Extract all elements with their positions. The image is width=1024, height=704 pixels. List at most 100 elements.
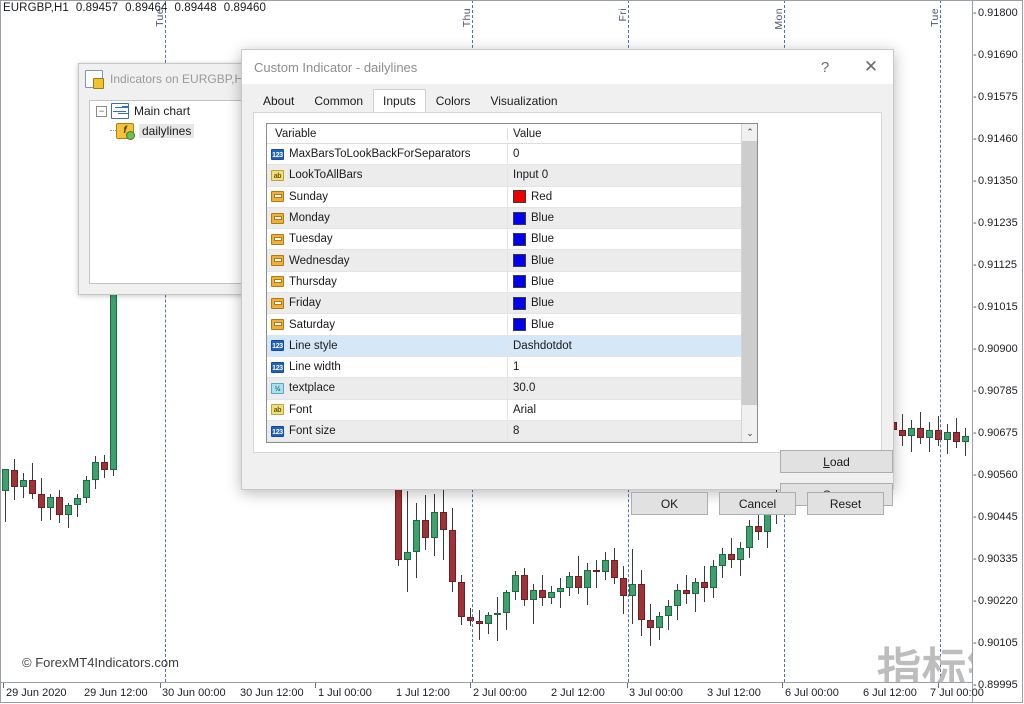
ohlc-info-bar: EURGBP,H10.894570.894640.894480.89460 bbox=[3, 2, 273, 14]
day-separator-label: Thu bbox=[461, 8, 473, 27]
variable-cell: Monday bbox=[267, 212, 507, 224]
variable-name: Monday bbox=[289, 212, 330, 224]
value-cell[interactable]: Blue bbox=[507, 250, 757, 270]
int-icon: 123 bbox=[271, 340, 284, 351]
candle-body bbox=[38, 494, 45, 508]
value-cell[interactable]: Arial bbox=[507, 400, 757, 420]
time-axis-label: 1 Jul 12:00 bbox=[396, 687, 450, 699]
candle-body bbox=[899, 430, 906, 436]
candle-body bbox=[47, 497, 54, 508]
value-cell[interactable]: Blue bbox=[507, 208, 757, 228]
value-cell[interactable]: 30.0 bbox=[507, 378, 757, 398]
variable-name: Saturday bbox=[289, 319, 335, 331]
candle-body bbox=[944, 432, 951, 440]
candle-wick bbox=[578, 556, 579, 594]
value-cell[interactable]: Red bbox=[507, 187, 757, 207]
scroll-down-icon[interactable]: ⌄ bbox=[742, 425, 758, 442]
candle-body bbox=[29, 480, 36, 494]
cancel-button[interactable]: Cancel bbox=[719, 492, 796, 515]
candle-body bbox=[611, 560, 618, 578]
variable-value: 0 bbox=[513, 148, 519, 160]
variable-value: 8 bbox=[513, 425, 519, 437]
price-tick-label: ‐0.91690 bbox=[973, 49, 1024, 61]
price-tick-label: ‐0.90220 bbox=[973, 595, 1024, 607]
tab-colors[interactable]: Colors bbox=[426, 90, 481, 112]
value-cell[interactable]: Left side's center bbox=[507, 442, 757, 443]
variable-value: 1 bbox=[513, 361, 519, 373]
table-row[interactable]: 123Line width1 bbox=[267, 357, 757, 378]
dialog-tabs[interactable]: AboutCommonInputsColorsVisualization bbox=[253, 90, 568, 112]
close-icon[interactable]: ✕ bbox=[849, 50, 893, 84]
table-row[interactable]: WednesdayBlue bbox=[267, 250, 757, 271]
help-icon[interactable]: ? bbox=[803, 50, 847, 84]
table-row[interactable]: 123Anchor typeLeft side's center bbox=[267, 442, 757, 443]
tree-label-dailylines[interactable]: dailylines bbox=[139, 124, 194, 138]
variable-name: textplace bbox=[289, 382, 335, 394]
candle-body bbox=[629, 584, 636, 596]
price-tick-label: ‐0.91235 bbox=[973, 217, 1024, 229]
time-tick-mark bbox=[470, 683, 471, 688]
grid-rows: 123MaxBarsToLookBackForSeparators0abLook… bbox=[267, 144, 757, 443]
candle-body bbox=[431, 512, 438, 538]
table-row[interactable]: ½textplace30.0 bbox=[267, 378, 757, 399]
value-cell[interactable]: Blue bbox=[507, 293, 757, 313]
table-row[interactable]: 123MaxBarsToLookBackForSeparators0 bbox=[267, 144, 757, 165]
tab-inputs[interactable]: Inputs bbox=[373, 89, 426, 113]
variable-cell: Saturday bbox=[267, 319, 507, 331]
value-cell[interactable]: Blue bbox=[507, 229, 757, 249]
candle-body bbox=[485, 615, 492, 624]
table-row[interactable]: abFontArial bbox=[267, 400, 757, 421]
candle-body bbox=[719, 554, 726, 566]
parameters-grid[interactable]: Variable Value 123MaxBarsToLookBackForSe… bbox=[266, 123, 758, 443]
time-tick-mark bbox=[3, 683, 4, 688]
candle-wick bbox=[596, 560, 597, 588]
table-row[interactable]: FridayBlue bbox=[267, 293, 757, 314]
candle-body bbox=[557, 588, 564, 592]
price-tick-label: ‐0.90105 bbox=[973, 637, 1024, 649]
table-row[interactable]: Saturday Blue bbox=[267, 314, 757, 335]
candle-wick bbox=[965, 428, 966, 456]
grid-scrollbar[interactable]: ⌃ ⌄ bbox=[741, 124, 757, 442]
value-cell[interactable]: Blue bbox=[507, 314, 757, 334]
value-cell[interactable]: Input 0 bbox=[507, 165, 757, 185]
variable-cell: abLookToAllBars bbox=[267, 169, 507, 181]
value-cell[interactable]: 1 bbox=[507, 357, 757, 377]
value-cell[interactable]: Blue bbox=[507, 272, 757, 292]
tab-about[interactable]: About bbox=[253, 90, 304, 112]
color-icon bbox=[271, 255, 284, 266]
table-row[interactable]: TuesdayBlue bbox=[267, 229, 757, 250]
load-button[interactable]: Load bbox=[780, 450, 893, 473]
candle-body bbox=[530, 590, 537, 600]
scrollbar-thumb[interactable] bbox=[742, 141, 758, 405]
price-tick-label: ‐0.90335 bbox=[973, 553, 1024, 565]
table-row[interactable]: Monday Blue bbox=[267, 208, 757, 229]
table-row[interactable]: abLookToAllBarsInput 0 bbox=[267, 165, 757, 186]
table-row[interactable]: 123Font size8 bbox=[267, 421, 757, 442]
value-cell[interactable]: Dashdotdot bbox=[507, 336, 757, 356]
table-row[interactable]: 123Line styleDashdotdot bbox=[267, 336, 757, 357]
candle-body bbox=[476, 621, 483, 624]
candle-body bbox=[710, 566, 717, 588]
ok-button[interactable]: OK bbox=[631, 492, 708, 515]
tree-expand-toggle-icon[interactable]: − bbox=[96, 106, 107, 117]
time-axis-label: 30 Jun 12:00 bbox=[240, 687, 304, 699]
value-cell[interactable]: 8 bbox=[507, 421, 757, 441]
variable-cell: Friday bbox=[267, 297, 507, 309]
price-scale[interactable]: ‐0.91800‐0.91690‐0.91575‐0.91460‐0.91350… bbox=[972, 0, 1024, 703]
time-axis-label: 6 Jul 00:00 bbox=[785, 687, 839, 699]
dialog-titlebar[interactable]: Custom Indicator - dailylines ? ✕ bbox=[242, 50, 893, 84]
table-row[interactable]: SundayRed bbox=[267, 187, 757, 208]
day-separator-label: Tue bbox=[154, 8, 166, 27]
variable-cell: abFont bbox=[267, 404, 507, 416]
candle-body bbox=[503, 592, 510, 613]
tab-visualization[interactable]: Visualization bbox=[480, 90, 567, 112]
value-cell[interactable]: 0 bbox=[507, 144, 757, 164]
indicator-fx-icon: f bbox=[116, 123, 134, 139]
scroll-up-icon[interactable]: ⌃ bbox=[742, 124, 758, 141]
tab-common[interactable]: Common bbox=[304, 90, 373, 112]
reset-button[interactable]: Reset bbox=[807, 492, 884, 515]
custom-indicator-dialog[interactable]: Custom Indicator - dailylines ? ✕ AboutC… bbox=[241, 49, 894, 490]
time-scale[interactable]: 29 Jun 202029 Jun 12:0030 Jun 00:0030 Ju… bbox=[0, 682, 972, 704]
table-row[interactable]: ThursdayBlue bbox=[267, 272, 757, 293]
price-tick-label: ‐0.91460 bbox=[973, 133, 1024, 145]
